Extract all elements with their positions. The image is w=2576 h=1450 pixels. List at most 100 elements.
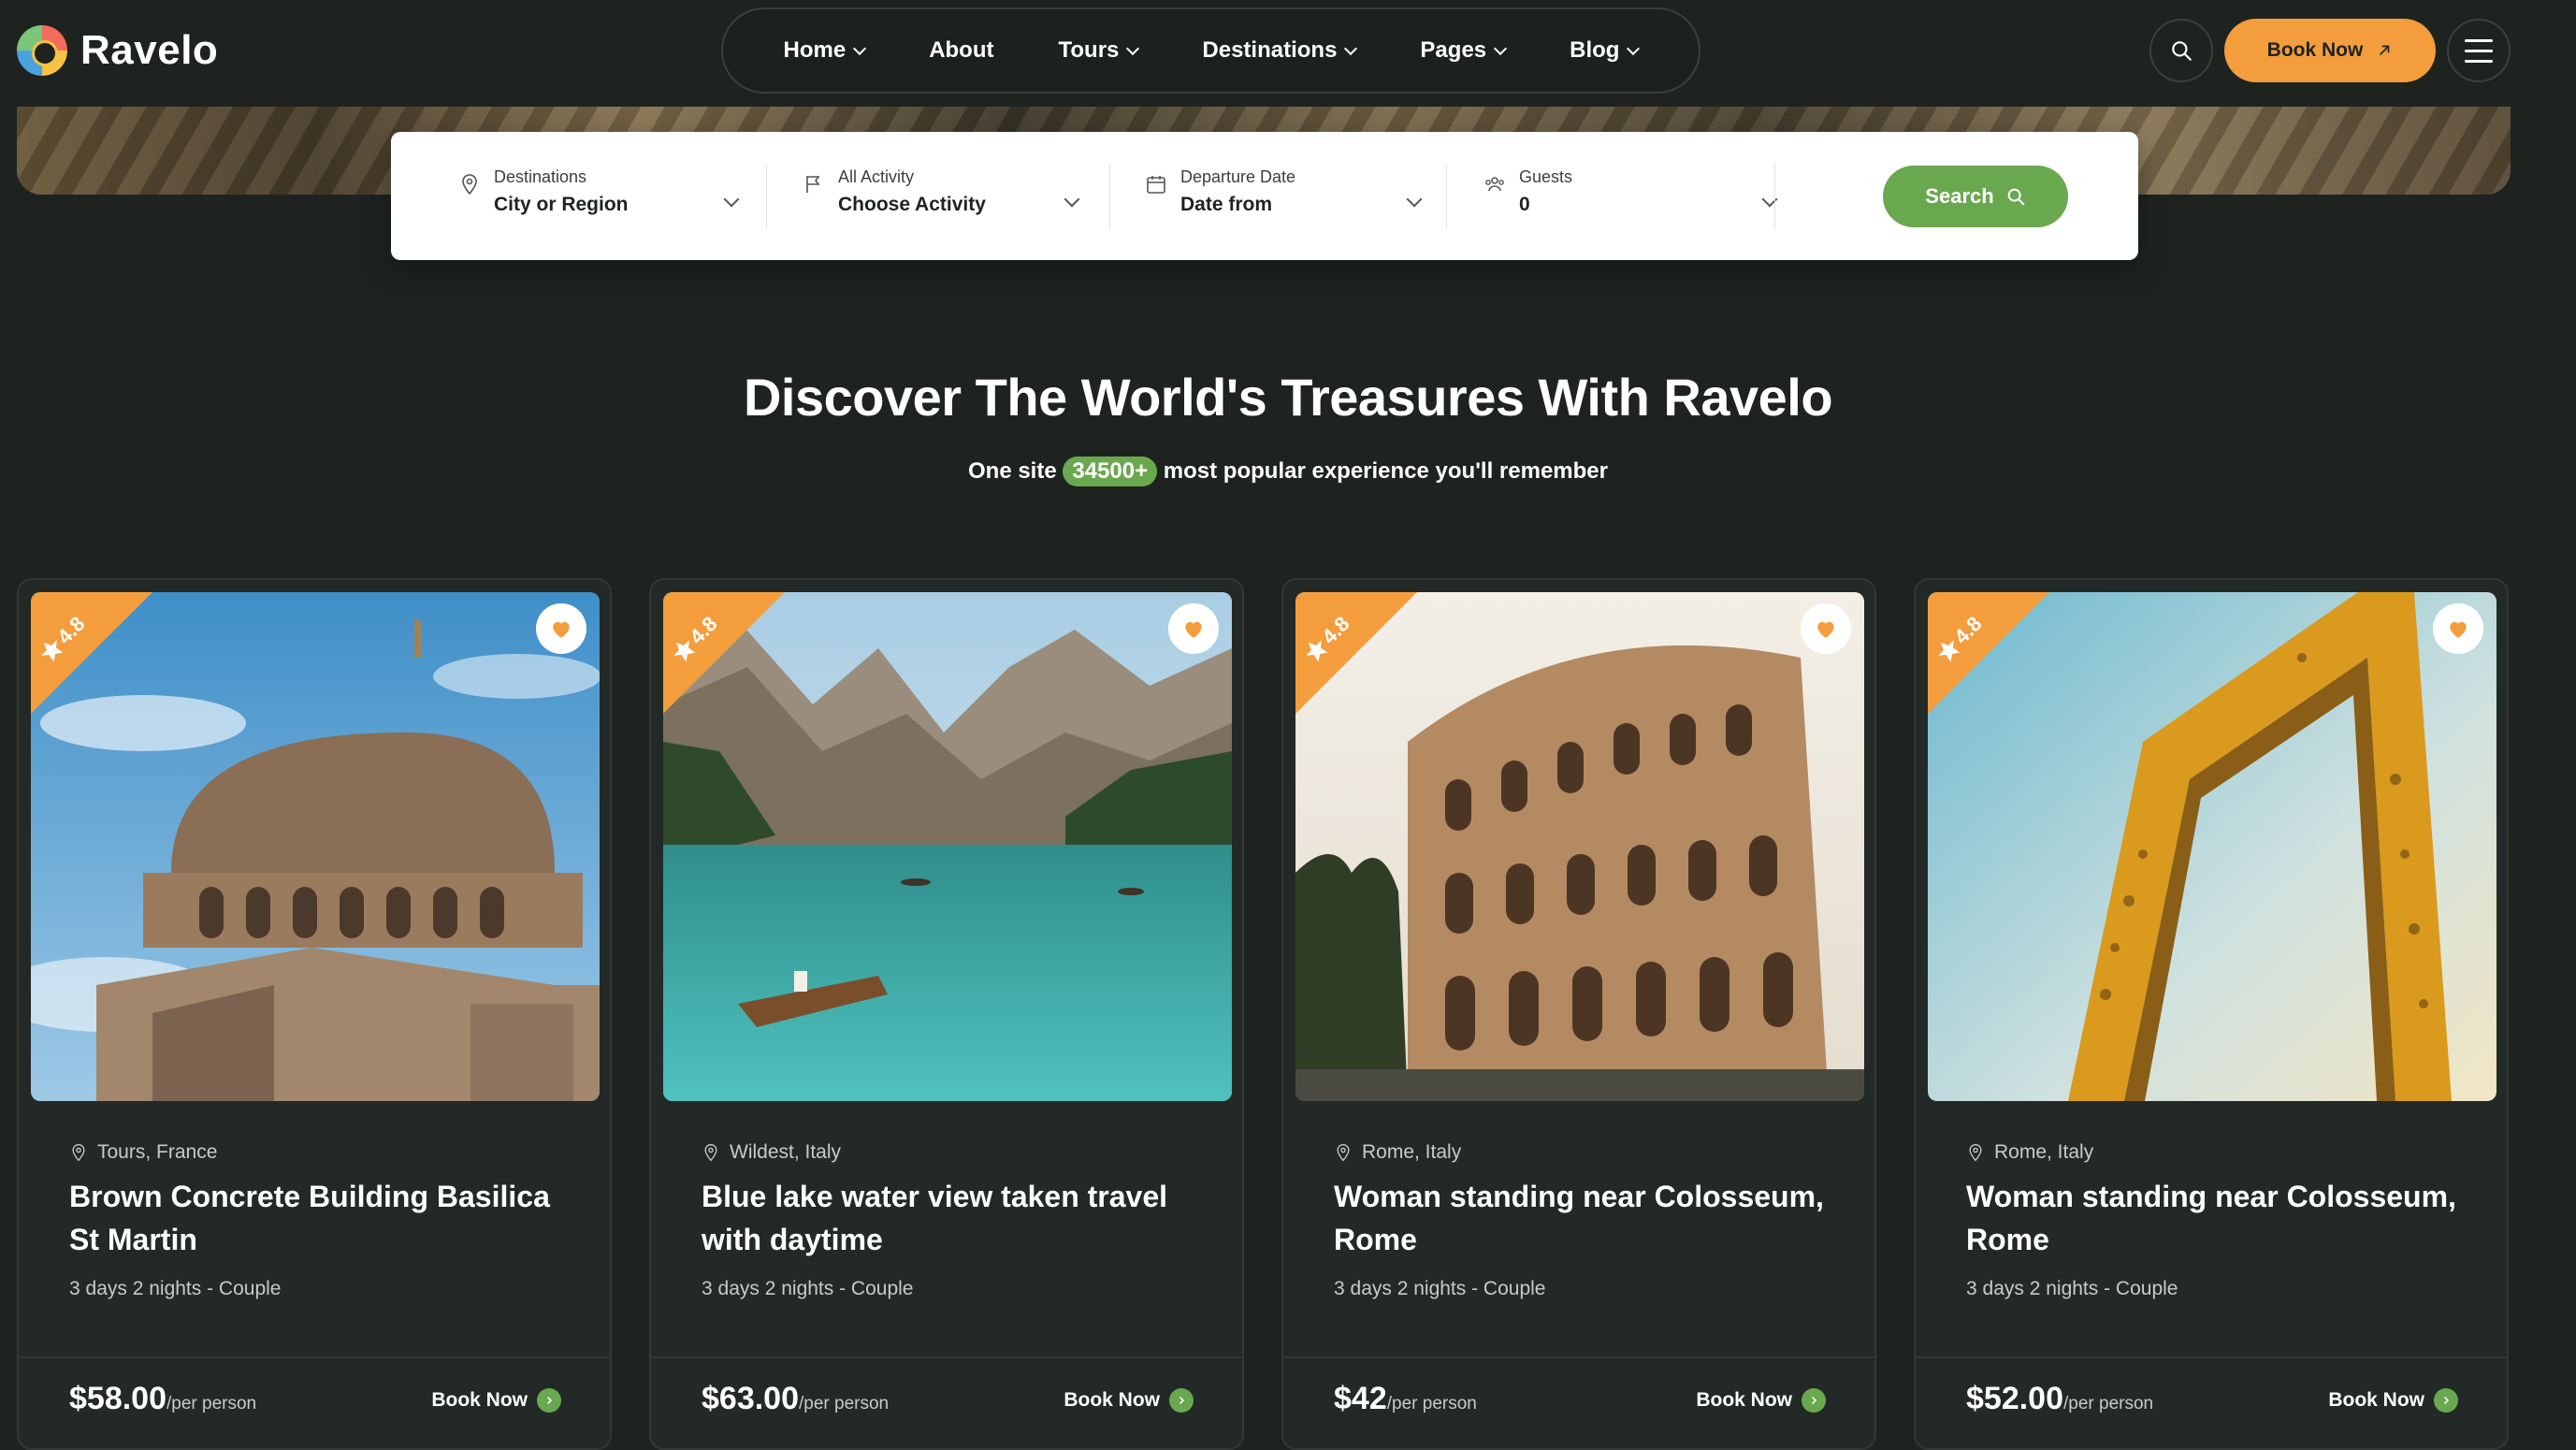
chevron-down-icon — [1627, 41, 1641, 55]
nav-label: Destinations — [1202, 37, 1338, 63]
tour-price: $63.00 /per person — [702, 1381, 889, 1417]
chevron-right-icon — [2434, 1388, 2458, 1413]
tour-card[interactable]: 4.8 Tours, France Brown Concrete Buildin… — [17, 578, 612, 1450]
tour-title[interactable]: Woman standing near Colosseum, Rome — [1334, 1175, 1839, 1261]
card-book-now-link[interactable]: Book Now — [2328, 1388, 2458, 1413]
hamburger-menu-button[interactable] — [2447, 19, 2511, 82]
location-text: Rome, Italy — [1994, 1141, 2094, 1163]
tour-image[interactable]: 4.8 — [1295, 592, 1864, 1101]
book-now-label: Book Now — [1064, 1389, 1160, 1411]
departure-date-select[interactable]: Departure Date Date from — [1145, 166, 1425, 231]
tour-title[interactable]: Blue lake water view taken travel with d… — [702, 1175, 1207, 1261]
tour-title[interactable]: Woman standing near Colosseum, Rome — [1966, 1175, 2471, 1261]
activity-value: Choose Activity — [838, 194, 986, 215]
tour-card[interactable]: 4.8 Rome, Italy Woman standing near Colo… — [1914, 578, 2509, 1450]
nav-label: About — [929, 37, 994, 63]
nav-item-destinations[interactable]: Destinations — [1202, 37, 1358, 64]
chevron-right-icon — [537, 1388, 561, 1413]
wishlist-button[interactable] — [536, 603, 586, 654]
activity-select[interactable]: All Activity Choose Activity — [803, 166, 1083, 231]
nav-item-tours[interactable]: Tours — [1058, 37, 1140, 64]
heart-icon — [1817, 621, 1834, 638]
tour-duration: 3 days 2 nights - Couple — [69, 1278, 282, 1299]
guests-icon — [1485, 177, 1504, 192]
nav-label: Pages — [1420, 37, 1487, 63]
card-book-now-link[interactable]: Book Now — [431, 1388, 561, 1413]
card-divider — [1916, 1356, 2507, 1358]
location-pin-icon — [704, 1143, 717, 1162]
price-unit: /per person — [1386, 1394, 1477, 1414]
tour-card[interactable]: 4.8 Wildest, Italy Blue lake water view … — [649, 578, 1244, 1450]
nav-item-pages[interactable]: Pages — [1420, 37, 1508, 64]
card-divider — [19, 1356, 610, 1358]
nav-label: Home — [783, 37, 847, 63]
tour-price: $42 /per person — [1334, 1381, 1477, 1417]
nav-label: Tours — [1058, 37, 1120, 63]
book-now-label: Book Now — [2266, 39, 2364, 61]
location-text: Rome, Italy — [1362, 1141, 1462, 1163]
departure-date-value: Date from — [1180, 194, 1273, 215]
heart-icon — [2450, 621, 2467, 638]
departure-date-label: Departure Date — [1180, 167, 1296, 186]
site-header: Ravelo Home About Tours Destinations Pag… — [0, 0, 2576, 107]
price-amount: $42 — [1334, 1381, 1387, 1416]
tour-price: $52.00 /per person — [1966, 1381, 2153, 1417]
search-icon — [2007, 188, 2024, 206]
tour-image[interactable]: 4.8 — [31, 592, 600, 1101]
guests-select[interactable]: Guests 0 — [1483, 166, 1778, 231]
logo-icon — [17, 25, 67, 76]
heart-icon — [1185, 621, 1202, 638]
nav-item-blog[interactable]: Blog — [1570, 37, 1641, 64]
nav-item-about[interactable]: About — [929, 37, 993, 64]
destination-select[interactable]: Destinations City or Region — [458, 166, 740, 231]
card-divider — [1283, 1356, 1874, 1358]
card-divider — [651, 1356, 1242, 1358]
flag-icon — [806, 176, 820, 193]
location-pin-icon — [1969, 1143, 1982, 1162]
experience-count-badge: 34500+ — [1063, 457, 1158, 486]
chevron-down-icon — [723, 191, 740, 208]
price-unit: /per person — [799, 1394, 890, 1414]
tour-image[interactable]: 4.8 — [663, 592, 1232, 1101]
search-button[interactable]: Search — [1883, 166, 2068, 227]
book-now-label: Book Now — [1696, 1389, 1792, 1411]
chevron-right-icon — [1169, 1388, 1194, 1413]
card-book-now-link[interactable]: Book Now — [1696, 1388, 1826, 1413]
chevron-down-icon — [1344, 41, 1358, 55]
location-text: Tours, France — [97, 1141, 218, 1163]
location-pin-icon — [72, 1143, 85, 1162]
price-amount: $63.00 — [702, 1381, 799, 1416]
card-book-now-link[interactable]: Book Now — [1064, 1388, 1194, 1413]
tour-image[interactable]: 4.8 — [1928, 592, 2496, 1101]
book-now-button[interactable]: Book Now — [2224, 19, 2436, 82]
wishlist-button[interactable] — [1168, 603, 1219, 654]
search-button-label: Search — [1925, 184, 1994, 208]
tour-duration: 3 days 2 nights - Couple — [702, 1278, 914, 1299]
wishlist-button[interactable] — [1801, 603, 1851, 654]
chevron-down-icon — [1126, 41, 1140, 55]
chevron-down-icon — [1494, 41, 1508, 55]
destination-value: City or Region — [494, 194, 629, 215]
chevron-down-icon — [1064, 191, 1080, 208]
logo[interactable]: Ravelo — [17, 22, 218, 79]
section-title: Discover The World's Treasures With Rave… — [743, 368, 1833, 427]
field-divider — [1109, 164, 1110, 229]
tour-card[interactable]: 4.8 Rome, Italy Woman standing near Colo… — [1281, 578, 1876, 1450]
location-pin-icon — [462, 174, 477, 196]
tour-location: Wildest, Italy — [702, 1141, 841, 1164]
tour-location: Rome, Italy — [1966, 1141, 2093, 1164]
price-unit: /per person — [166, 1394, 257, 1414]
guests-label: Guests — [1519, 167, 1573, 186]
nav-item-home[interactable]: Home — [783, 37, 867, 64]
menu-line — [2465, 59, 2493, 63]
field-divider — [1446, 164, 1447, 229]
brand-name: Ravelo — [80, 27, 219, 73]
field-divider — [766, 164, 767, 229]
header-search-button[interactable] — [2149, 19, 2213, 82]
tour-location: Tours, France — [69, 1141, 217, 1164]
wishlist-button[interactable] — [2433, 603, 2483, 654]
menu-line — [2465, 49, 2493, 52]
location-pin-icon — [1337, 1143, 1350, 1162]
tour-title[interactable]: Brown Concrete Building Basilica St Mart… — [69, 1175, 574, 1261]
arrow-up-right-icon — [2380, 45, 2390, 56]
